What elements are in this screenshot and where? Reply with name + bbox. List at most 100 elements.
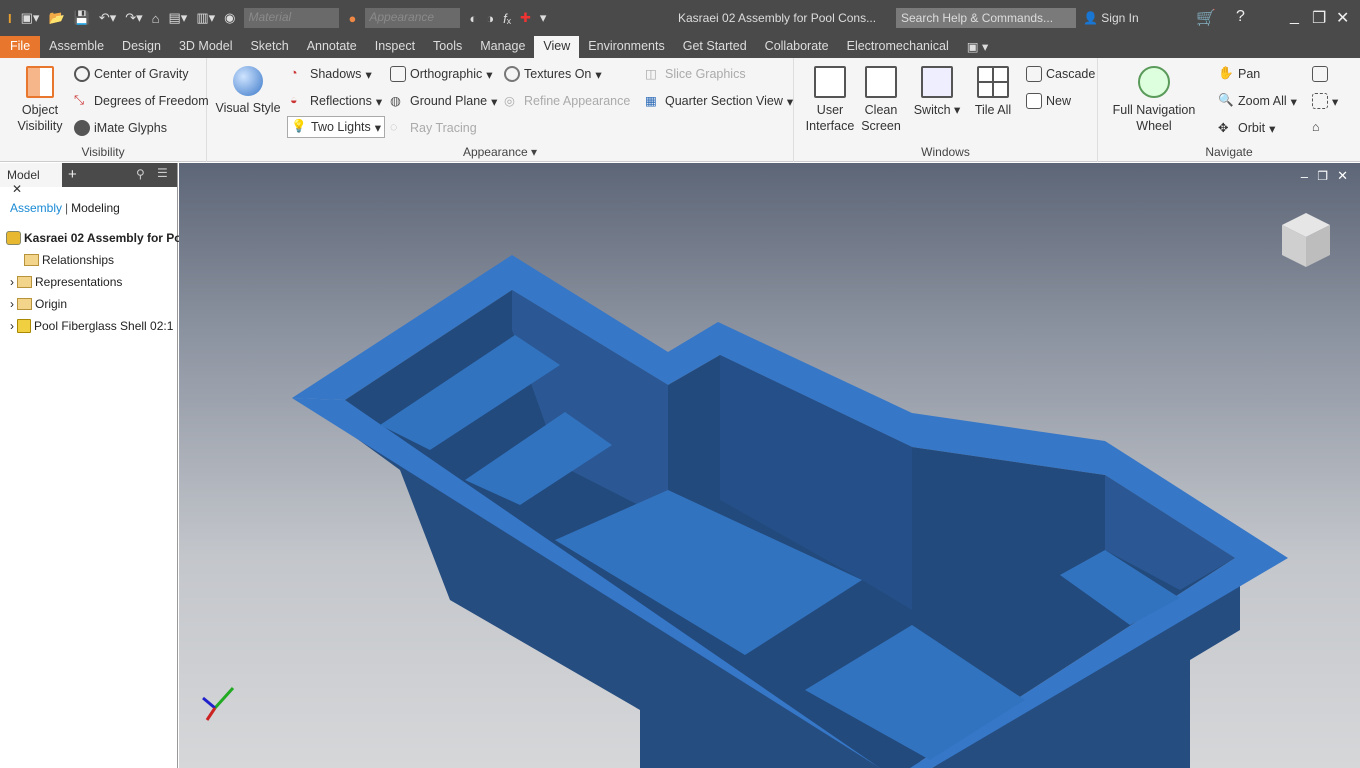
tab-manage[interactable]: Manage	[471, 36, 534, 58]
app-logo-icon[interactable]: I	[8, 11, 12, 26]
minimize-button[interactable]: _	[1290, 8, 1299, 26]
assembly-mode-link[interactable]: Assembly	[10, 201, 62, 215]
reflections-icon: ◒	[290, 93, 298, 107]
group-label-appearance[interactable]: Appearance ▾	[207, 145, 793, 159]
material-icon[interactable]: ◉	[224, 10, 235, 26]
appearance-dropdown[interactable]: Appearance	[365, 8, 461, 28]
degrees-of-freedom-button[interactable]: ⤡ Degrees of Freedom	[74, 93, 209, 109]
tab-inspect[interactable]: Inspect	[366, 36, 424, 58]
clean-screen-button[interactable]: Clean Screen	[856, 66, 906, 134]
view-face-button[interactable]: ▾	[1312, 93, 1338, 109]
search-icon[interactable]: ⚲	[136, 167, 145, 181]
new-icon[interactable]: ▣▾	[21, 10, 40, 26]
refine-appearance-button[interactable]: ◎ Refine Appearance	[504, 93, 630, 109]
search-help-input[interactable]: Search Help & Commands...	[896, 8, 1076, 28]
clear-appearance-icon[interactable]: ◑	[486, 11, 494, 26]
tree-item-pool-shell[interactable]: › Pool Fiberglass Shell 02:1	[10, 319, 173, 333]
slice-graphics-button[interactable]: ◫ Slice Graphics	[645, 66, 746, 82]
tab-view[interactable]: View	[534, 36, 580, 58]
tab-assemble[interactable]: Assemble	[40, 36, 113, 58]
center-of-gravity-button[interactable]: Center of Gravity	[74, 66, 188, 82]
help-icon[interactable]: ?	[1236, 8, 1245, 26]
expand-icon[interactable]: ›	[10, 319, 14, 333]
group-label-visibility: Visibility	[81, 145, 125, 159]
switch-button[interactable]: Switch ▾	[912, 66, 962, 118]
shadows-button[interactable]: ◔ Shadows ▾	[290, 66, 372, 82]
tab-tools[interactable]: Tools	[424, 36, 471, 58]
document-title: Kasraei 02 Assembly for Pool Cons...	[678, 11, 877, 25]
user-interface-button[interactable]: User Interface	[802, 66, 858, 134]
select-icon[interactable]: ▥▾	[196, 10, 215, 26]
tree-item-representations[interactable]: › Representations	[10, 275, 122, 289]
tab-get-started[interactable]: Get Started	[674, 36, 756, 58]
sign-in-button[interactable]: 👤 Sign In	[1083, 11, 1139, 25]
redo-icon[interactable]: ↷▾	[125, 10, 142, 26]
cascade-button[interactable]: Cascade	[1026, 66, 1095, 82]
tab-model[interactable]: Model ✕	[0, 163, 62, 196]
tile-all-button[interactable]: Tile All	[968, 66, 1018, 118]
tree-item-relationships[interactable]: Relationships	[24, 253, 114, 267]
close-button[interactable]: ✕	[1336, 8, 1349, 28]
object-visibility-button[interactable]: Object Visibility	[12, 66, 68, 134]
quarter-section-view-button[interactable]: ▦ Quarter Section View ▾	[645, 93, 793, 109]
new-window-button[interactable]: New	[1026, 93, 1071, 109]
open-icon[interactable]: 📂	[48, 10, 64, 26]
pan-button[interactable]: ✋ Pan	[1218, 66, 1260, 82]
ray-tracing-button[interactable]: ◌ Ray Tracing	[390, 120, 477, 136]
undo-icon[interactable]: ↶▾	[99, 10, 116, 26]
add-tab-icon[interactable]: +	[68, 166, 77, 183]
home-icon[interactable]: ⌂	[152, 11, 160, 26]
material-dropdown[interactable]: Material	[244, 8, 340, 28]
pool-model[interactable]	[179, 163, 1360, 768]
textures-icon	[504, 66, 520, 82]
zoom-all-button[interactable]: 🔍 Zoom All ▾	[1218, 93, 1297, 109]
group-visibility: Object Visibility Center of Gravity ⤡ Deg…	[0, 58, 209, 162]
tab-file[interactable]: File	[0, 36, 41, 58]
tab-sketch[interactable]: Sketch	[241, 36, 297, 58]
tab-collaborate[interactable]: Collaborate	[756, 36, 838, 58]
tree-item-origin[interactable]: › Origin	[10, 297, 67, 311]
customize-icon[interactable]: ▾	[540, 10, 547, 26]
graphics-viewport[interactable]: – ❐ ✕	[179, 163, 1360, 768]
group-label-windows: Windows	[921, 145, 970, 159]
home-view-button[interactable]: ⌂	[1312, 120, 1328, 136]
appearance-icon: ●	[348, 10, 357, 26]
view-cube[interactable]	[1280, 211, 1332, 269]
menu-icon[interactable]: ☰	[157, 166, 168, 180]
orbit-button[interactable]: ✥ Orbit ▾	[1218, 120, 1275, 136]
imate-glyphs-button[interactable]: iMate Glyphs	[74, 120, 167, 136]
new-window-label: New	[1046, 94, 1072, 108]
adjust-appearance-icon[interactable]: ◐	[469, 11, 477, 26]
visual-style-button[interactable]: Visual Style	[215, 66, 281, 116]
sign-in-label: Sign In	[1101, 11, 1139, 25]
tab-electromechanical[interactable]: Electromechanical	[838, 36, 958, 58]
camera-icon[interactable]: ▣ ▾	[958, 36, 998, 58]
orbit-icon: ✥	[1218, 121, 1229, 135]
save-icon[interactable]: 💾	[74, 10, 90, 26]
lighting-dropdown[interactable]: 💡 Two Lights ▾	[287, 116, 386, 138]
tab-model-label: Model	[7, 168, 40, 182]
orthographic-button[interactable]: Orthographic ▾	[390, 66, 493, 82]
reflections-button[interactable]: ◒ Reflections ▾	[290, 93, 382, 109]
slice-graphics-icon: ◫	[645, 67, 657, 81]
tab-environments[interactable]: Environments	[579, 36, 673, 58]
cart-icon[interactable]: 🛒	[1196, 8, 1216, 28]
full-navigation-wheel-button[interactable]: Full Navigation Wheel	[1106, 66, 1202, 134]
expand-icon[interactable]: ›	[10, 275, 14, 289]
tree-root[interactable]: Kasraei 02 Assembly for Po	[6, 231, 182, 245]
ground-plane-button[interactable]: ◍ Ground Plane ▾	[390, 93, 497, 109]
modeling-mode-link[interactable]: Modeling	[71, 201, 120, 215]
update-icon[interactable]: ▤▾	[169, 10, 188, 26]
view-cube-toggle[interactable]	[1312, 66, 1328, 82]
shadows-label: Shadows	[310, 67, 362, 81]
tab-3d-model[interactable]: 3D Model	[170, 36, 242, 58]
parameters-icon[interactable]: fₓ	[503, 11, 511, 26]
cascade-icon	[1026, 66, 1042, 82]
restore-button[interactable]: ❐	[1312, 8, 1326, 28]
measure-icon[interactable]: ✚	[520, 10, 531, 26]
tab-design[interactable]: Design	[113, 36, 170, 58]
tab-annotate[interactable]: Annotate	[298, 36, 366, 58]
expand-icon[interactable]: ›	[10, 297, 14, 311]
textures-on-button[interactable]: Textures On ▾	[504, 66, 602, 82]
close-icon[interactable]: ✕	[12, 182, 22, 196]
